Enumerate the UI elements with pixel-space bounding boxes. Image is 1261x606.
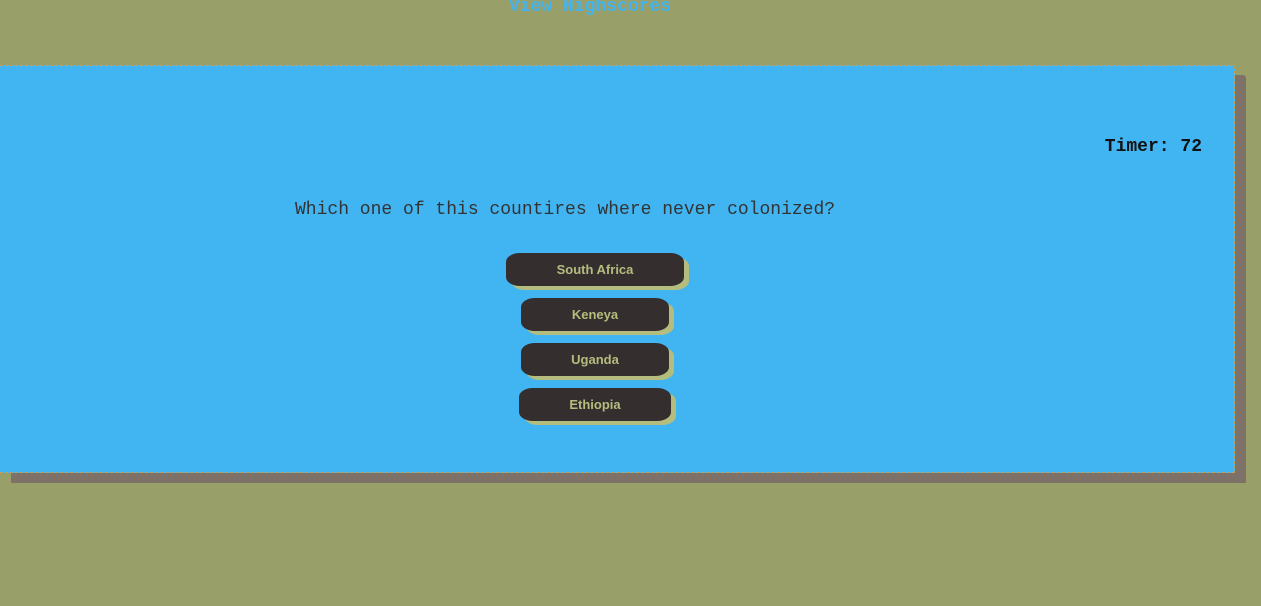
question-text: Which one of this countires where never … <box>295 200 836 220</box>
timer: Timer: 72 <box>1104 137 1202 157</box>
answer-button-ethiopia[interactable]: Ethiopia <box>519 388 671 421</box>
quiz-card: Timer: 72 Which one of this countires wh… <box>0 65 1235 473</box>
answer-button-south-africa[interactable]: South Africa <box>506 253 684 286</box>
view-highscores-link[interactable]: View Highscores <box>509 0 671 17</box>
answer-button-keneya[interactable]: Keneya <box>521 298 669 331</box>
answer-button-uganda[interactable]: Uganda <box>521 343 669 376</box>
